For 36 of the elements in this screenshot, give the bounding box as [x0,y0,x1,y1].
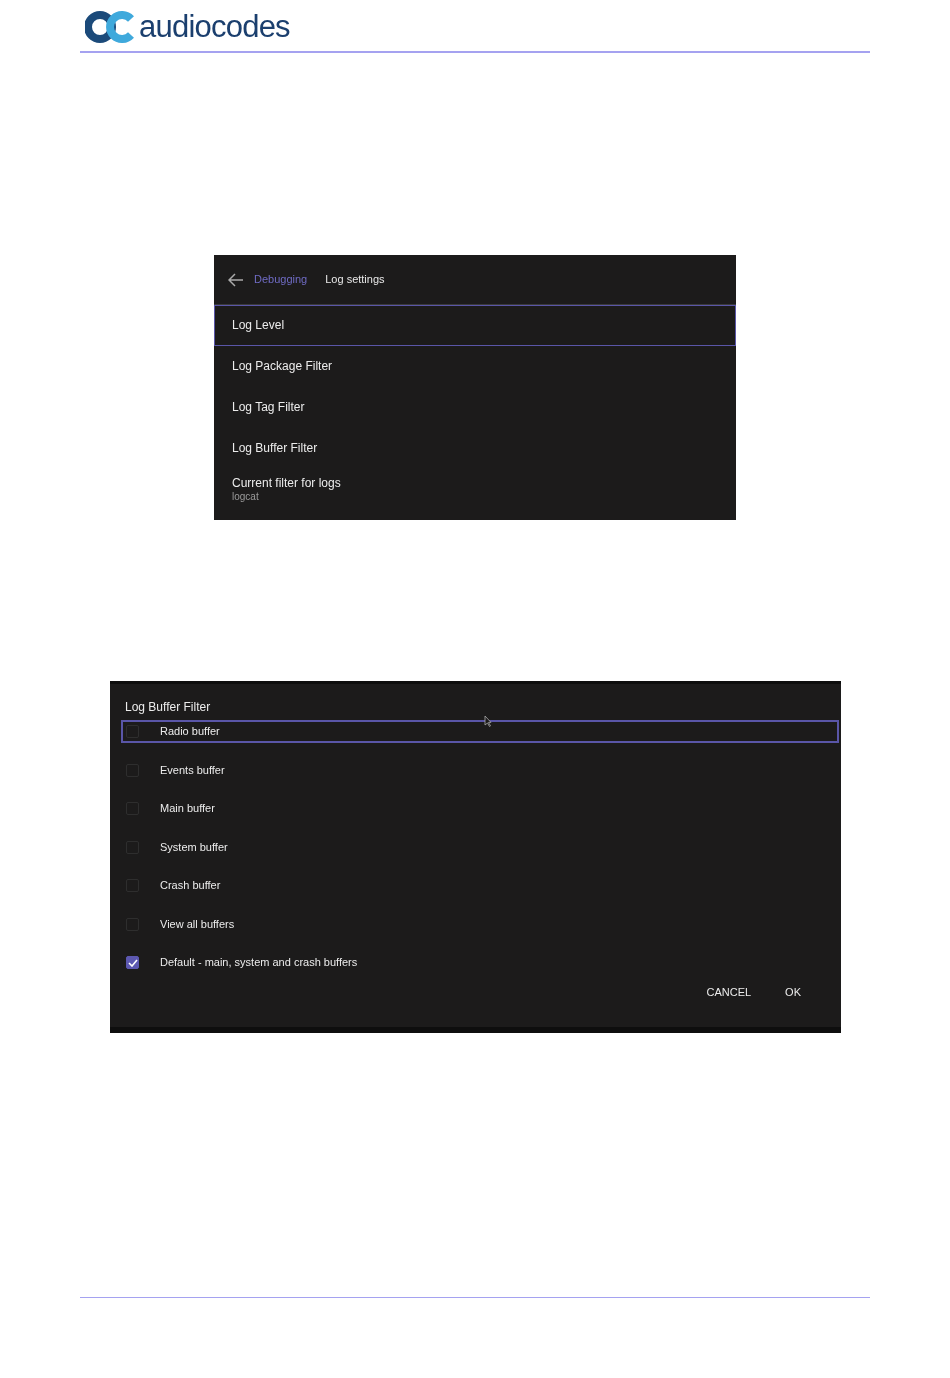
option-label: System buffer [160,839,228,855]
dialog-button[interactable]: CANCEL [704,983,754,1000]
settings-item[interactable]: Log Package Filter [214,346,736,387]
settings-item[interactable]: Log Tag Filter [214,387,736,428]
settings-item[interactable]: Current filter for logs logcat [214,469,736,510]
item-subtitle: logcat [232,491,260,503]
item-title: Log Package Filter [232,359,334,374]
checkbox[interactable] [126,956,139,969]
option-label: Main buffer [160,801,215,817]
settings-item[interactable]: Log Buffer Filter [214,428,736,469]
option-label: Radio buffer [160,724,220,740]
logo-icon [85,10,137,43]
item-title: Log Level [232,318,286,333]
dialog-button[interactable]: OK [783,983,803,1000]
option-label: View all buffers [160,916,235,932]
checkbox-option[interactable]: View all buffers [121,912,839,936]
option-label: Crash buffer [160,878,221,894]
item-title: Log Tag Filter [232,400,306,415]
checkbox-option[interactable]: Events buffer [121,758,839,782]
mouse-cursor-icon [484,715,492,727]
page-title: Log settings [325,272,385,288]
checkbox-option[interactable]: Radio buffer [121,720,839,743]
back-arrow-icon[interactable] [228,272,244,287]
dialog-title: Log Buffer Filter [125,699,212,715]
breadcrumb-link[interactable]: Debugging [254,271,308,288]
checkbox-option[interactable]: Default - main, system and crash buffers [121,951,839,974]
item-title: Current filter for logs [232,476,342,491]
checkbox-option[interactable]: System buffer [121,835,839,859]
logo-wordmark: audiocodes [139,11,290,42]
option-label: Events buffer [160,762,225,778]
checkbox-option[interactable]: Main buffer [121,797,839,820]
option-label: Default - main, system and crash buffers [160,955,358,971]
item-title: Log Buffer Filter [232,441,319,456]
checkmark-icon [127,958,138,967]
settings-item[interactable]: Log Level [214,305,736,346]
checkbox-option[interactable]: Crash buffer [121,874,839,897]
